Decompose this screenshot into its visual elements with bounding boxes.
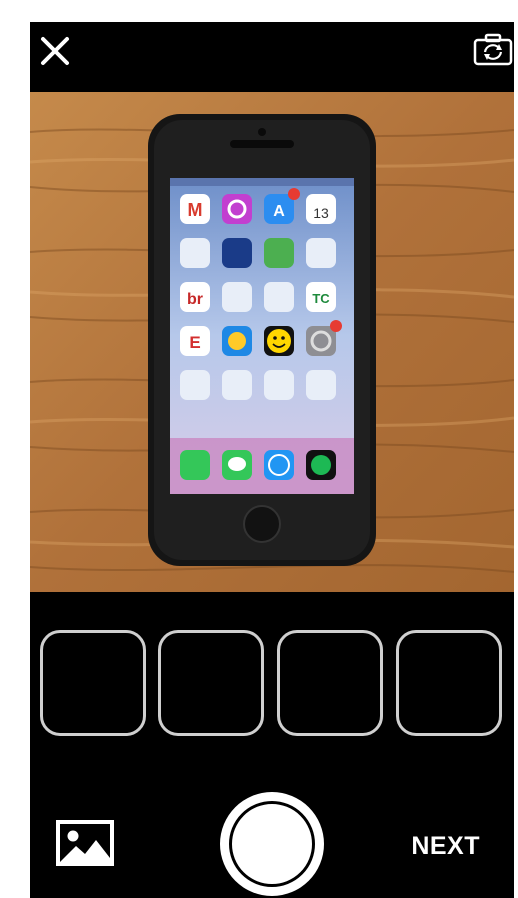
preview-image: M A 13 br TC E [30, 92, 514, 592]
thumbnail-slot-3[interactable] [277, 630, 383, 736]
thumbnail-slot-1[interactable] [40, 630, 146, 736]
thumbnail-slot-4[interactable] [396, 630, 502, 736]
close-icon[interactable] [38, 34, 72, 68]
svg-text:E: E [189, 333, 200, 352]
thumbnail-slot-2[interactable] [158, 630, 264, 736]
camera-screen: M A 13 br TC E NEXT [30, 22, 514, 898]
svg-text:br: br [187, 291, 203, 308]
svg-text:13: 13 [313, 205, 329, 221]
svg-text:M: M [188, 200, 203, 220]
image-gallery-icon[interactable] [54, 818, 116, 868]
svg-text:A: A [273, 203, 285, 220]
top-bar [30, 22, 514, 92]
shutter-inner-ring [229, 801, 315, 887]
bottom-bar: NEXT [30, 778, 514, 898]
app-frame: M A 13 br TC E NEXT [0, 0, 518, 898]
camera-flip-icon[interactable] [472, 32, 514, 68]
svg-text:TC: TC [312, 291, 330, 306]
shutter-button[interactable] [220, 792, 324, 896]
thumbnail-strip [30, 630, 514, 742]
next-button[interactable]: NEXT [411, 832, 480, 861]
camera-preview[interactable]: M A 13 br TC E [30, 92, 514, 592]
